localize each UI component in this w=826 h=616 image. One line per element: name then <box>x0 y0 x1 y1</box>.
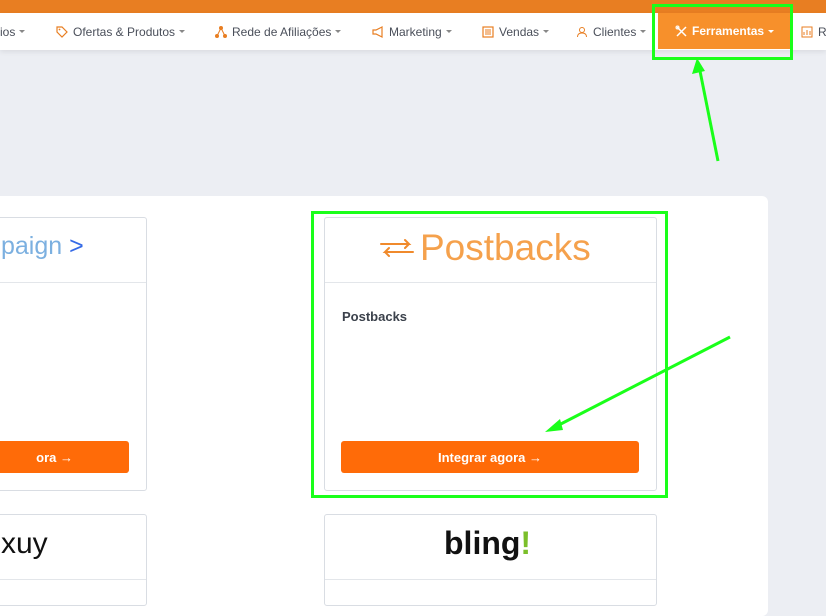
nav-item-label: Rede de Afiliações <box>232 24 332 39</box>
divider <box>325 579 656 580</box>
network-icon <box>214 25 228 39</box>
integration-card-activecampaign: paign > ora → <box>0 217 147 491</box>
main-navbar: ios Ofertas & Produtos Rede de Afiliaçõe… <box>0 13 826 50</box>
card-title: Postbacks <box>342 309 408 324</box>
chevron-down-icon <box>640 30 647 33</box>
divider <box>0 579 146 580</box>
chevron-down-icon <box>543 30 550 33</box>
nav-item-label: Re <box>818 24 826 39</box>
nav-item-vendas[interactable]: Vendas <box>481 13 550 50</box>
chevron-down-icon <box>19 30 26 33</box>
integration-card-postbacks: Postbacks Postbacks Integrar agora → <box>324 217 657 491</box>
chevron-right-icon: > <box>69 232 84 260</box>
nav-item-label: Clientes <box>593 24 637 39</box>
postbacks-logo-text: Postbacks <box>420 227 591 268</box>
megaphone-icon <box>371 25 385 39</box>
activecampaign-logo: paign > <box>1 232 84 261</box>
nav-item-rede-afiliacoes[interactable]: Rede de Afiliações <box>214 13 342 50</box>
integration-card-bling: bling! <box>324 514 657 606</box>
kuy-logo-text: xuy <box>1 527 48 560</box>
tools-icon <box>674 24 688 38</box>
list-icon <box>481 25 495 39</box>
nav-item-label: Marketing <box>389 24 442 39</box>
nav-item-label: ios <box>0 24 16 39</box>
chevron-down-icon <box>335 30 342 33</box>
nav-item-ofertas-produtos[interactable]: Ofertas & Produtos <box>55 13 186 50</box>
nav-item-marketing[interactable]: Marketing <box>371 13 452 50</box>
nav-item-label: Ferramentas <box>692 24 765 38</box>
button-label: Integrar agora → <box>437 449 543 465</box>
chart-icon <box>800 25 814 39</box>
arrow-to-ferramentas <box>692 58 720 162</box>
nav-item-label: Ofertas & Produtos <box>73 24 176 39</box>
integrate-now-button[interactable]: Integrar agora → <box>341 441 639 473</box>
bling-logo: bling! <box>444 525 531 562</box>
tag-icon <box>55 25 69 39</box>
nav-item-ferramentas[interactable]: Ferramentas <box>658 13 791 49</box>
nav-item-clientes[interactable]: Clientes <box>575 13 647 50</box>
nav-item-relatorios[interactable]: ios <box>0 13 26 50</box>
chevron-down-icon <box>768 29 775 33</box>
nav-item-relatorios-right[interactable]: Re <box>800 13 826 50</box>
nav-item-label: Vendas <box>499 24 540 39</box>
postbacks-arrows-icon <box>379 236 415 265</box>
integration-card-kuy: xuy <box>0 514 147 606</box>
exclamation-icon: ! <box>520 525 532 561</box>
chevron-down-icon <box>179 30 186 33</box>
logo-text: bling <box>444 525 521 561</box>
logo-text: paign <box>1 232 63 260</box>
chevron-down-icon <box>445 30 452 33</box>
button-label: ora → <box>36 449 73 465</box>
integrate-now-button[interactable]: ora → <box>0 441 129 473</box>
top-accent-bar <box>0 0 826 13</box>
card-logo-area: Postbacks <box>325 218 656 283</box>
user-icon <box>575 25 589 39</box>
card-logo-area: paign > <box>0 218 146 283</box>
